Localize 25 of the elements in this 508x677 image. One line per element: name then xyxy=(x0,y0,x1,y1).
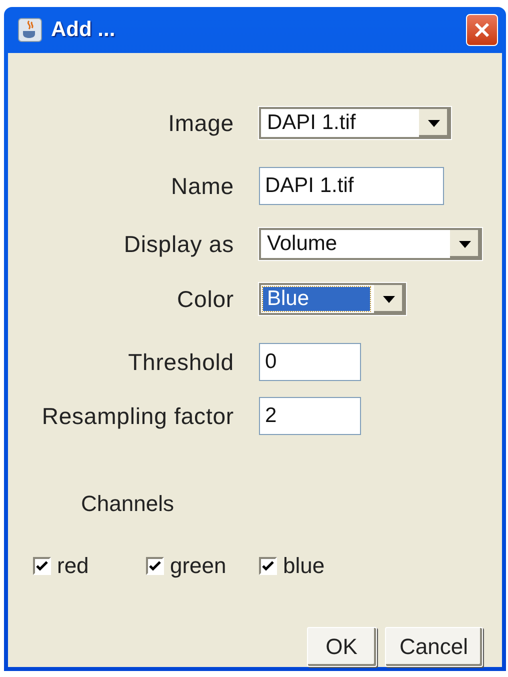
input-field[interactable]: 2 xyxy=(259,397,361,435)
field-label: Color xyxy=(177,286,234,312)
checkbox[interactable]: green xyxy=(146,553,259,579)
checkmark-icon xyxy=(36,561,48,571)
close-icon xyxy=(472,20,492,40)
dialog-button[interactable]: OK xyxy=(306,627,377,667)
checkbox[interactable]: red xyxy=(33,553,146,579)
checkbox[interactable]: blue xyxy=(259,553,372,579)
field-label: Threshold xyxy=(128,348,234,376)
section-label: Channels xyxy=(81,491,175,517)
checkmark-icon xyxy=(262,561,274,571)
close-button[interactable] xyxy=(466,14,498,46)
input-field[interactable]: 0 xyxy=(259,343,361,381)
field-label: Image xyxy=(168,110,234,136)
dropdown-field[interactable]: DAPI 1.tif xyxy=(259,107,451,139)
dropdown-field[interactable]: Blue xyxy=(259,283,406,315)
dropdown-field[interactable]: Volume xyxy=(259,228,482,260)
field-label: Name xyxy=(171,172,234,200)
window-title: Add ... xyxy=(51,18,116,42)
dialog-button[interactable]: Cancel xyxy=(384,627,483,667)
coffee-cup-icon xyxy=(18,18,42,42)
input-field[interactable]: DAPI 1.tif xyxy=(259,167,444,205)
checkmark-icon xyxy=(149,561,161,571)
field-label: Resampling factor xyxy=(42,402,234,430)
field-label: Display as xyxy=(124,230,234,258)
